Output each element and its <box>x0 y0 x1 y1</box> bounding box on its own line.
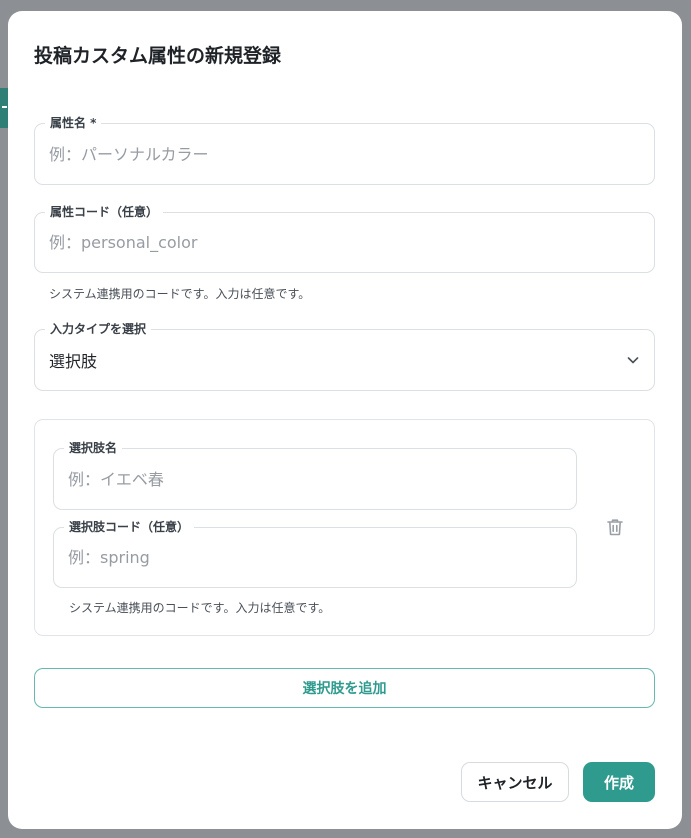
attribute-code-helper: システム連携用のコードです。入力は任意です。 <box>49 287 311 301</box>
input-type-label: 入力タイプを選択 <box>45 321 152 337</box>
cancel-button[interactable]: キャンセル <box>461 762 569 802</box>
option-code-helper: システム連携用のコードです。入力は任意です。 <box>69 601 331 615</box>
input-type-value: 選択肢 <box>49 352 98 371</box>
option-name-input[interactable] <box>68 468 562 490</box>
create-button[interactable]: 作成 <box>583 762 655 802</box>
attribute-name-field: 属性名 * <box>34 115 655 185</box>
option-name-label: 選択肢名 <box>64 440 123 456</box>
background-page-tab <box>0 88 8 128</box>
option-name-field: 選択肢名 <box>53 440 577 510</box>
attribute-name-label: 属性名 * <box>45 115 102 131</box>
option-code-field: 選択肢コード（任意） <box>53 519 577 588</box>
option-item-card: 選択肢名 選択肢コード（任意） システム連携用のコードです。入力は任意です。 <box>34 419 655 636</box>
dialog-title: 投稿カスタム属性の新規登録 <box>34 45 282 67</box>
attribute-code-label: 属性コード（任意） <box>45 204 164 220</box>
create-attribute-dialog: 投稿カスタム属性の新規登録 属性名 * 属性コード（任意） システム連携用のコー… <box>8 11 682 829</box>
option-code-input[interactable] <box>68 546 562 569</box>
trash-icon[interactable] <box>604 516 626 538</box>
chevron-down-icon <box>627 357 639 364</box>
add-option-button[interactable]: 選択肢を追加 <box>34 668 655 708</box>
input-type-select[interactable]: 入力タイプを選択 選択肢 <box>34 321 655 391</box>
attribute-code-input[interactable] <box>49 231 640 254</box>
attribute-code-field: 属性コード（任意） <box>34 204 655 273</box>
attribute-name-input[interactable] <box>49 143 640 165</box>
option-code-label: 選択肢コード（任意） <box>64 519 195 535</box>
